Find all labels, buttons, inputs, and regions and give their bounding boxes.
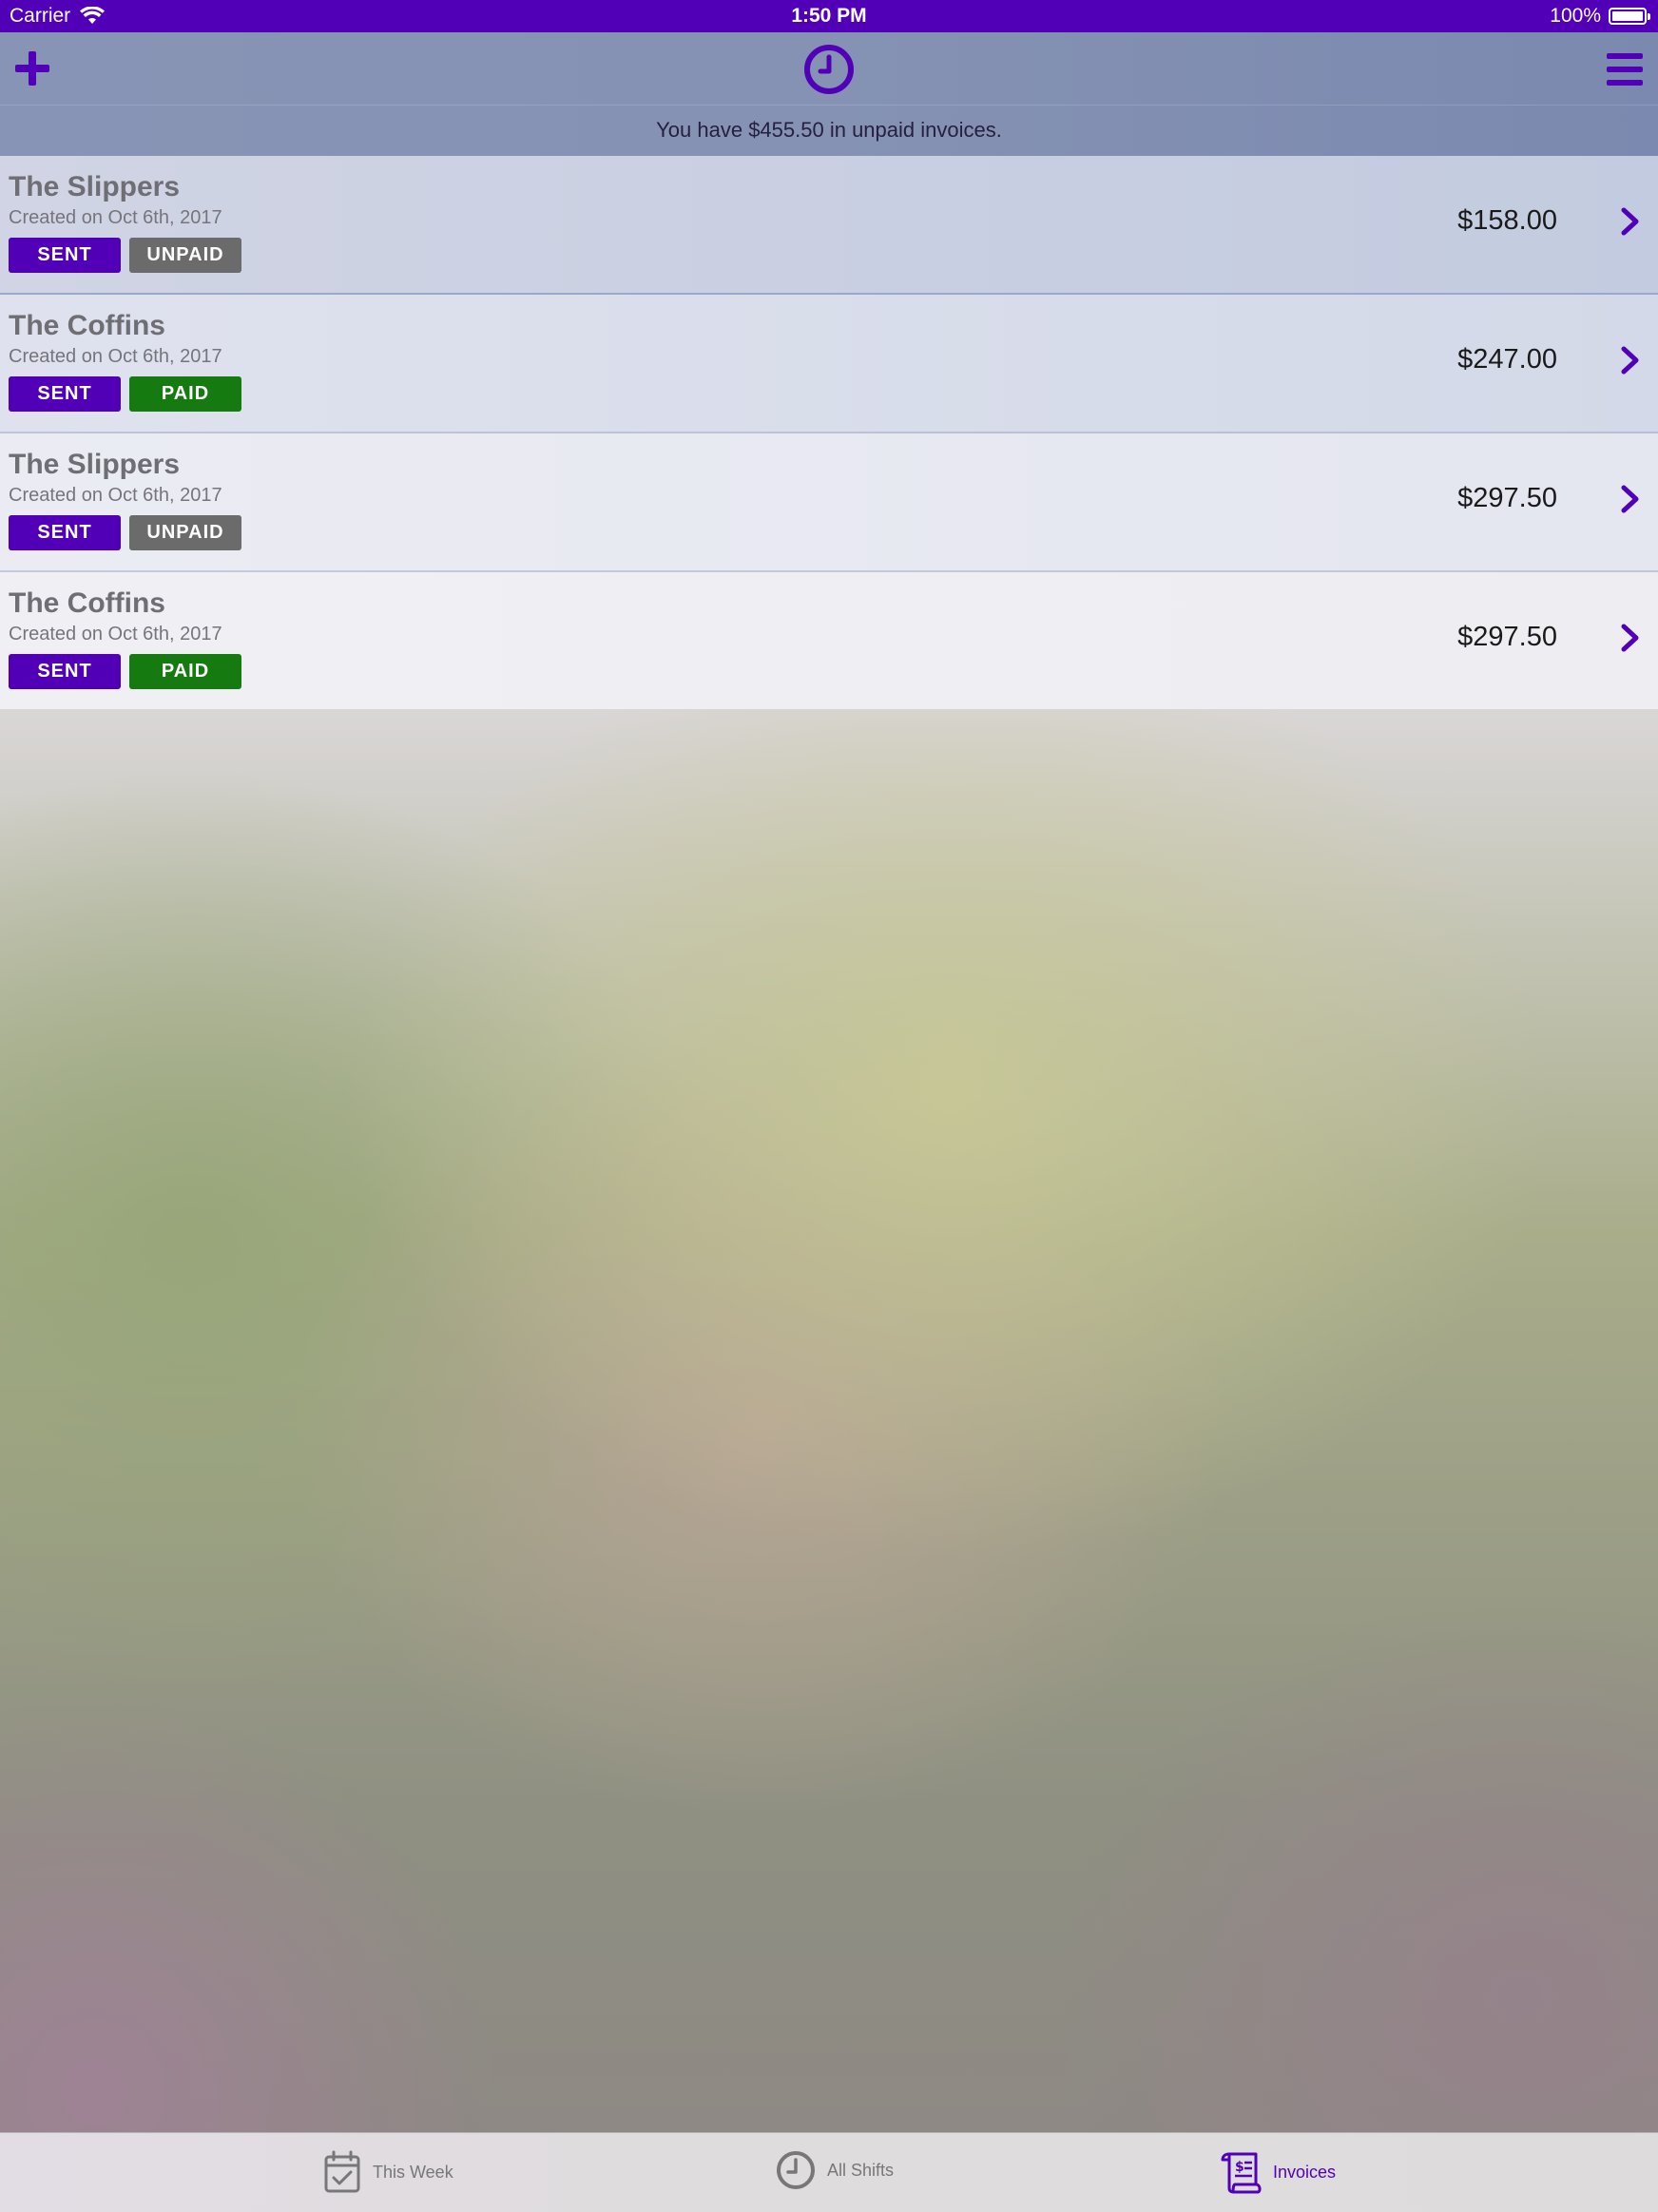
chevron-right-icon[interactable] <box>1620 207 1641 236</box>
battery-percent: 100% <box>1550 5 1601 27</box>
paid-badge: PAID <box>129 654 241 689</box>
tab-label: This Week <box>373 2162 453 2182</box>
invoice-row[interactable]: The Slippers Created on Oct 6th, 2017 SE… <box>0 433 1658 572</box>
chevron-right-icon[interactable] <box>1620 485 1641 513</box>
unpaid-badge: UNPAID <box>129 238 241 273</box>
clock-logo-icon <box>804 45 854 94</box>
nav-toolbar <box>0 32 1658 106</box>
svg-text:$: $ <box>1235 2160 1244 2175</box>
invoice-created-date: Created on Oct 6th, 2017 <box>9 346 222 367</box>
invoice-row[interactable]: The Coffins Created on Oct 6th, 2017 SEN… <box>0 295 1658 433</box>
unpaid-summary: You have $455.50 in unpaid invoices. <box>656 118 1002 142</box>
invoice-created-date: Created on Oct 6th, 2017 <box>9 624 222 644</box>
invoice-scroll-icon: $ <box>1221 2152 1262 2194</box>
clock-icon <box>777 2151 815 2189</box>
invoice-client-name: The Slippers <box>9 449 181 480</box>
paid-badge: PAID <box>129 376 241 412</box>
invoice-status-tags: SENT PAID <box>9 654 241 689</box>
invoice-list: The Slippers Created on Oct 6th, 2017 SE… <box>0 156 1658 709</box>
status-bar: Carrier 1:50 PM 100% <box>0 0 1658 32</box>
tab-bar: This Week All Shifts $ Invoices <box>0 2132 1658 2212</box>
invoice-status-tags: SENT UNPAID <box>9 515 241 550</box>
navigation-bar: You have $455.50 in unpaid invoices. <box>0 32 1658 156</box>
invoice-row[interactable]: The Coffins Created on Oct 6th, 2017 SEN… <box>0 572 1658 709</box>
add-invoice-button[interactable] <box>15 51 49 86</box>
tab-label: Invoices <box>1273 2162 1337 2182</box>
invoice-client-name: The Coffins <box>9 310 165 341</box>
invoice-client-name: The Coffins <box>9 587 165 619</box>
invoice-created-date: Created on Oct 6th, 2017 <box>9 207 222 228</box>
battery-indicator: 100% <box>1550 5 1650 28</box>
tab-invoices[interactable]: $ Invoices <box>1220 2150 1336 2194</box>
menu-line <box>1607 80 1643 86</box>
menu-line <box>1607 67 1643 72</box>
invoice-amount: $297.50 <box>1457 622 1557 652</box>
battery-icon <box>1609 8 1650 25</box>
tab-this-week[interactable]: This Week <box>323 2150 453 2194</box>
chevron-right-icon[interactable] <box>1620 346 1641 375</box>
invoice-amount: $247.00 <box>1457 344 1557 375</box>
invoice-row[interactable]: The Slippers Created on Oct 6th, 2017 SE… <box>0 156 1658 295</box>
menu-button[interactable] <box>1607 53 1643 86</box>
invoice-amount: $158.00 <box>1457 205 1557 236</box>
clock-time: 1:50 PM <box>791 5 867 27</box>
sent-badge: SENT <box>9 654 121 689</box>
sent-badge: SENT <box>9 376 121 412</box>
invoice-status-tags: SENT PAID <box>9 376 241 412</box>
sent-badge: SENT <box>9 238 121 273</box>
tab-all-shifts[interactable]: All Shifts <box>776 2150 894 2190</box>
invoice-status-tags: SENT UNPAID <box>9 238 241 273</box>
sent-badge: SENT <box>9 515 121 550</box>
invoice-client-name: The Slippers <box>9 171 181 202</box>
invoice-created-date: Created on Oct 6th, 2017 <box>9 485 222 506</box>
chevron-right-icon[interactable] <box>1620 624 1641 652</box>
invoice-amount: $297.50 <box>1457 483 1557 513</box>
calendar-check-icon <box>324 2150 360 2193</box>
unpaid-badge: UNPAID <box>129 515 241 550</box>
tab-label: All Shifts <box>827 2160 895 2180</box>
menu-line <box>1607 53 1643 59</box>
